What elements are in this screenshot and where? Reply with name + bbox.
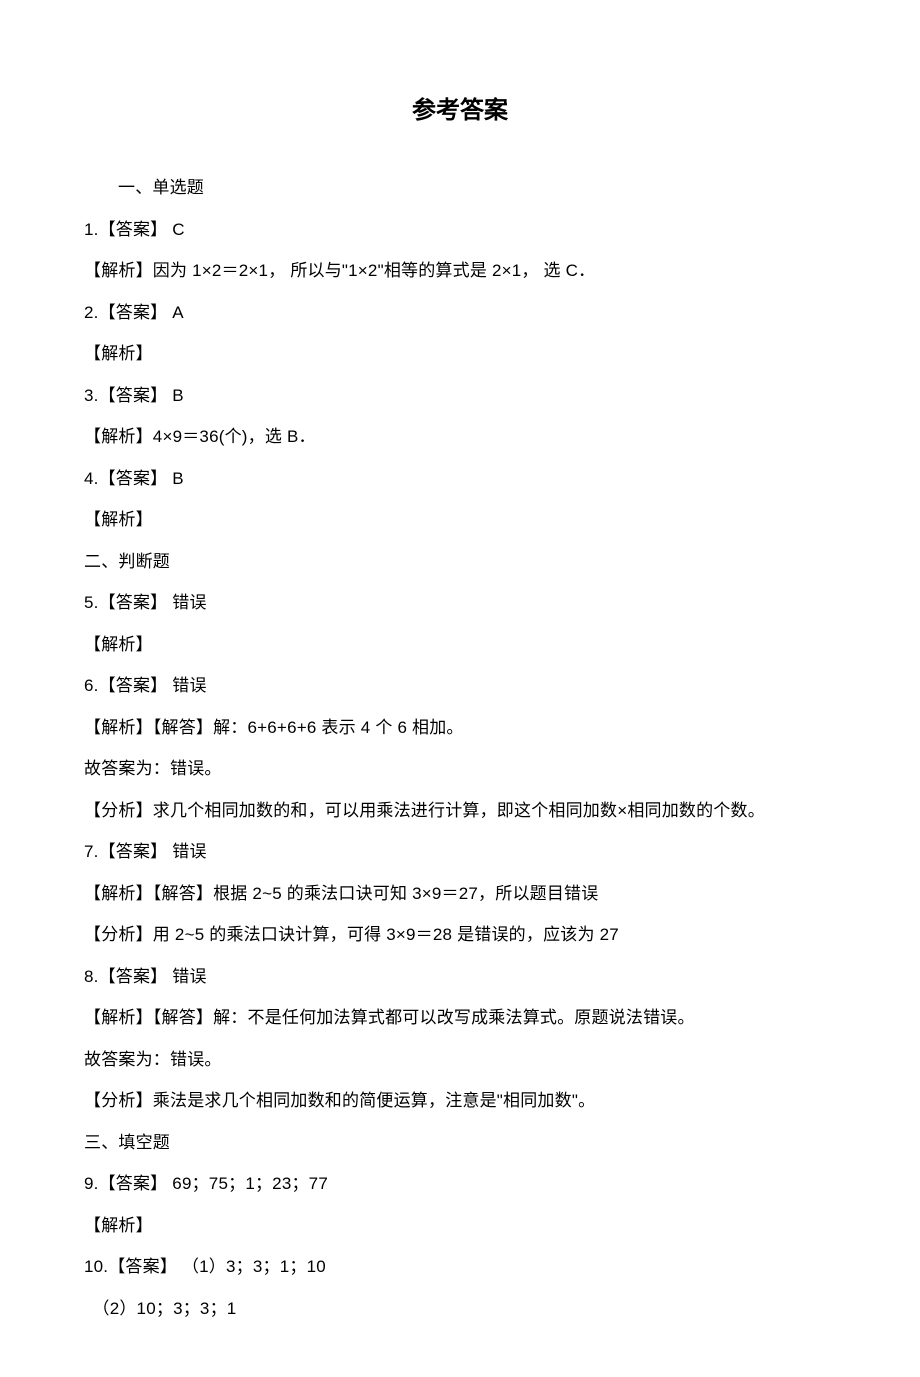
section-1-heading: 一、单选题 (84, 175, 836, 201)
q8-explanation-1: 【解析】【解答】解：不是任何加法算式都可以改写成乘法算式。原题说法错误。 (84, 1005, 836, 1031)
q2-answer: 2.【答案】 A (84, 300, 836, 326)
q7-explanation-1: 【解析】【解答】根据 2~5 的乘法口诀可知 3×9＝27，所以题目错误 (84, 881, 836, 907)
q6-explanation-3: 【分析】求几个相同加数的和，可以用乘法进行计算，即这个相同加数×相同加数的个数。 (84, 798, 836, 824)
page-title: 参考答案 (84, 90, 836, 125)
q9-answer: 9.【答案】 69；75；1；23；77 (84, 1171, 836, 1197)
q6-explanation-2: 故答案为：错误。 (84, 756, 836, 782)
q4-explanation: 【解析】 (84, 507, 836, 533)
section-2-heading: 二、判断题 (84, 549, 836, 575)
q5-answer: 5.【答案】 错误 (84, 590, 836, 616)
q7-explanation-2: 【分析】用 2~5 的乘法口诀计算，可得 3×9＝28 是错误的，应该为 27 (84, 922, 836, 948)
section-3-heading: 三、填空题 (84, 1130, 836, 1156)
q8-answer: 8.【答案】 错误 (84, 964, 836, 990)
q6-answer: 6.【答案】 错误 (84, 673, 836, 699)
q5-explanation: 【解析】 (84, 632, 836, 658)
q6-explanation-1: 【解析】【解答】解：6+6+6+6 表示 4 个 6 相加。 (84, 715, 836, 741)
q10-answer: 10.【答案】 （1）3；3；1；10 (84, 1254, 836, 1280)
q7-answer: 7.【答案】 错误 (84, 839, 836, 865)
q8-explanation-3: 【分析】乘法是求几个相同加数和的简便运算，注意是"相同加数"。 (84, 1088, 836, 1114)
q9-explanation: 【解析】 (84, 1213, 836, 1239)
q3-answer: 3.【答案】 B (84, 383, 836, 409)
q1-answer: 1.【答案】 C (84, 217, 836, 243)
q3-explanation: 【解析】4×9＝36(个)，选 B． (84, 424, 836, 450)
q8-explanation-2: 故答案为：错误。 (84, 1047, 836, 1073)
q10-answer-b: （2）10；3；3；1 (84, 1296, 836, 1322)
q2-explanation: 【解析】 (84, 341, 836, 367)
q4-answer: 4.【答案】 B (84, 466, 836, 492)
q1-explanation: 【解析】因为 1×2＝2×1， 所以与"1×2"相等的算式是 2×1， 选 C． (84, 258, 836, 284)
